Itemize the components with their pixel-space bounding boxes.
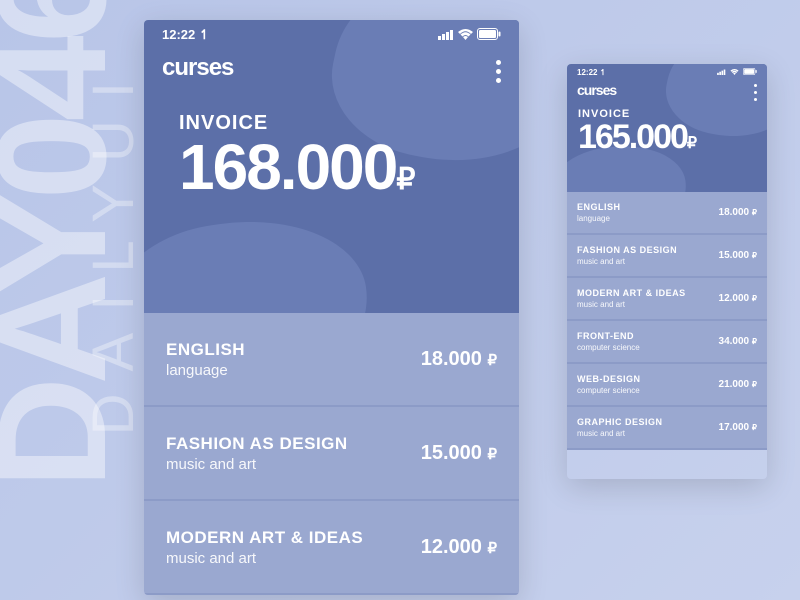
invoice-hero: 12:22 ↿ curses INVOICE 168.000₽	[144, 20, 519, 313]
list-item[interactable]: MODERN ART & IDEAS music and art 12.000 …	[144, 501, 519, 595]
item-price: 12.000 ₽	[719, 293, 757, 304]
invoice-items-list[interactable]: ENGLISH language 18.000 ₽ FASHION AS DES…	[144, 313, 519, 595]
item-price: 12.000 ₽	[421, 536, 497, 559]
item-subtitle: music and art	[166, 456, 348, 473]
item-title: FRONT-END	[577, 331, 640, 341]
list-item[interactable]: ENGLISH language 18.000 ₽	[567, 192, 767, 235]
status-time: 12:22 ↿	[162, 27, 210, 43]
background-dailyui-label: DAILYUI	[80, 60, 147, 435]
item-title: MODERN ART & IDEAS	[166, 528, 363, 548]
item-title: ENGLISH	[166, 340, 245, 360]
signal-icon	[717, 68, 726, 77]
currency-symbol: ₽	[487, 446, 497, 463]
item-subtitle: computer science	[577, 343, 640, 352]
list-item[interactable]: ENGLISH language 18.000 ₽	[144, 313, 519, 407]
item-price: 18.000 ₽	[719, 207, 757, 218]
item-subtitle: music and art	[166, 550, 363, 567]
status-time: 12:22 ↿	[577, 68, 606, 77]
list-item[interactable]: FRONT-END computer science 34.000 ₽	[567, 321, 767, 364]
hero-blob-shape	[144, 205, 381, 313]
currency-symbol: ₽	[487, 352, 497, 369]
currency-symbol: ₽	[752, 337, 757, 346]
item-subtitle: music and art	[577, 300, 686, 309]
app-brand: curses	[567, 80, 767, 98]
currency-symbol: ₽	[752, 294, 757, 303]
currency-symbol: ₽	[752, 380, 757, 389]
item-subtitle: computer science	[577, 386, 641, 395]
item-subtitle: language	[577, 214, 621, 223]
signal-icon	[438, 28, 454, 43]
battery-icon	[743, 68, 757, 77]
item-title: WEB-DESIGN	[577, 374, 641, 384]
item-price: 15.000 ₽	[719, 250, 757, 261]
invoice-total-amount: 168.000₽	[179, 135, 519, 199]
invoice-total-amount: 165.000₽	[578, 120, 767, 154]
status-bar: 12:22 ↿	[567, 64, 767, 80]
list-item[interactable]: GRAPHIC DESIGN music and art 17.000 ₽	[567, 407, 767, 450]
item-title: GRAPHIC DESIGN	[577, 417, 663, 427]
item-price: 15.000 ₽	[421, 442, 497, 465]
item-price: 34.000 ₽	[719, 336, 757, 347]
more-menu-icon[interactable]	[754, 84, 757, 101]
invoice-amount-value: 168.000	[179, 131, 396, 203]
item-subtitle: music and art	[577, 257, 677, 266]
list-item[interactable]: FASHION AS DESIGN music and art 15.000 ₽	[144, 407, 519, 501]
status-bar: 12:22 ↿	[144, 20, 519, 50]
currency-symbol: ₽	[752, 208, 757, 217]
phone-mockup-primary: 12:22 ↿ curses INVOICE 168.000₽ ENGLISH	[144, 20, 519, 595]
wifi-icon	[458, 28, 473, 43]
currency-symbol: ₽	[687, 135, 695, 152]
item-subtitle: language	[166, 362, 245, 379]
item-price: 17.000 ₽	[719, 422, 757, 433]
invoice-items-list[interactable]: ENGLISH language 18.000 ₽ FASHION AS DES…	[567, 192, 767, 450]
item-title: ENGLISH	[577, 202, 621, 212]
status-right-icons	[438, 28, 501, 43]
item-title: MODERN ART & IDEAS	[577, 288, 686, 298]
more-menu-icon[interactable]	[496, 60, 501, 83]
item-title: FASHION AS DESIGN	[577, 245, 677, 255]
list-item[interactable]: WEB-DESIGN computer science 21.000 ₽	[567, 364, 767, 407]
item-price: 21.000 ₽	[719, 379, 757, 390]
list-item[interactable]: MODERN ART & IDEAS music and art 12.000 …	[567, 278, 767, 321]
phone-mockup-secondary: 12:22 ↿ curses INVOICE 165.000₽ ENGLISH	[567, 64, 767, 479]
app-brand: curses	[144, 50, 519, 82]
currency-symbol: ₽	[752, 423, 757, 432]
item-subtitle: music and art	[577, 429, 663, 438]
item-title: FASHION AS DESIGN	[166, 434, 348, 454]
currency-symbol: ₽	[487, 540, 497, 557]
currency-symbol: ₽	[396, 163, 413, 196]
invoice-hero: 12:22 ↿ curses INVOICE 165.000₽	[567, 64, 767, 192]
invoice-amount-value: 165.000	[578, 118, 687, 156]
status-right-icons	[717, 68, 757, 77]
battery-icon	[477, 28, 501, 43]
currency-symbol: ₽	[752, 251, 757, 260]
list-item[interactable]: FASHION AS DESIGN music and art 15.000 ₽	[567, 235, 767, 278]
item-price: 18.000 ₽	[421, 348, 497, 371]
wifi-icon	[730, 68, 739, 77]
